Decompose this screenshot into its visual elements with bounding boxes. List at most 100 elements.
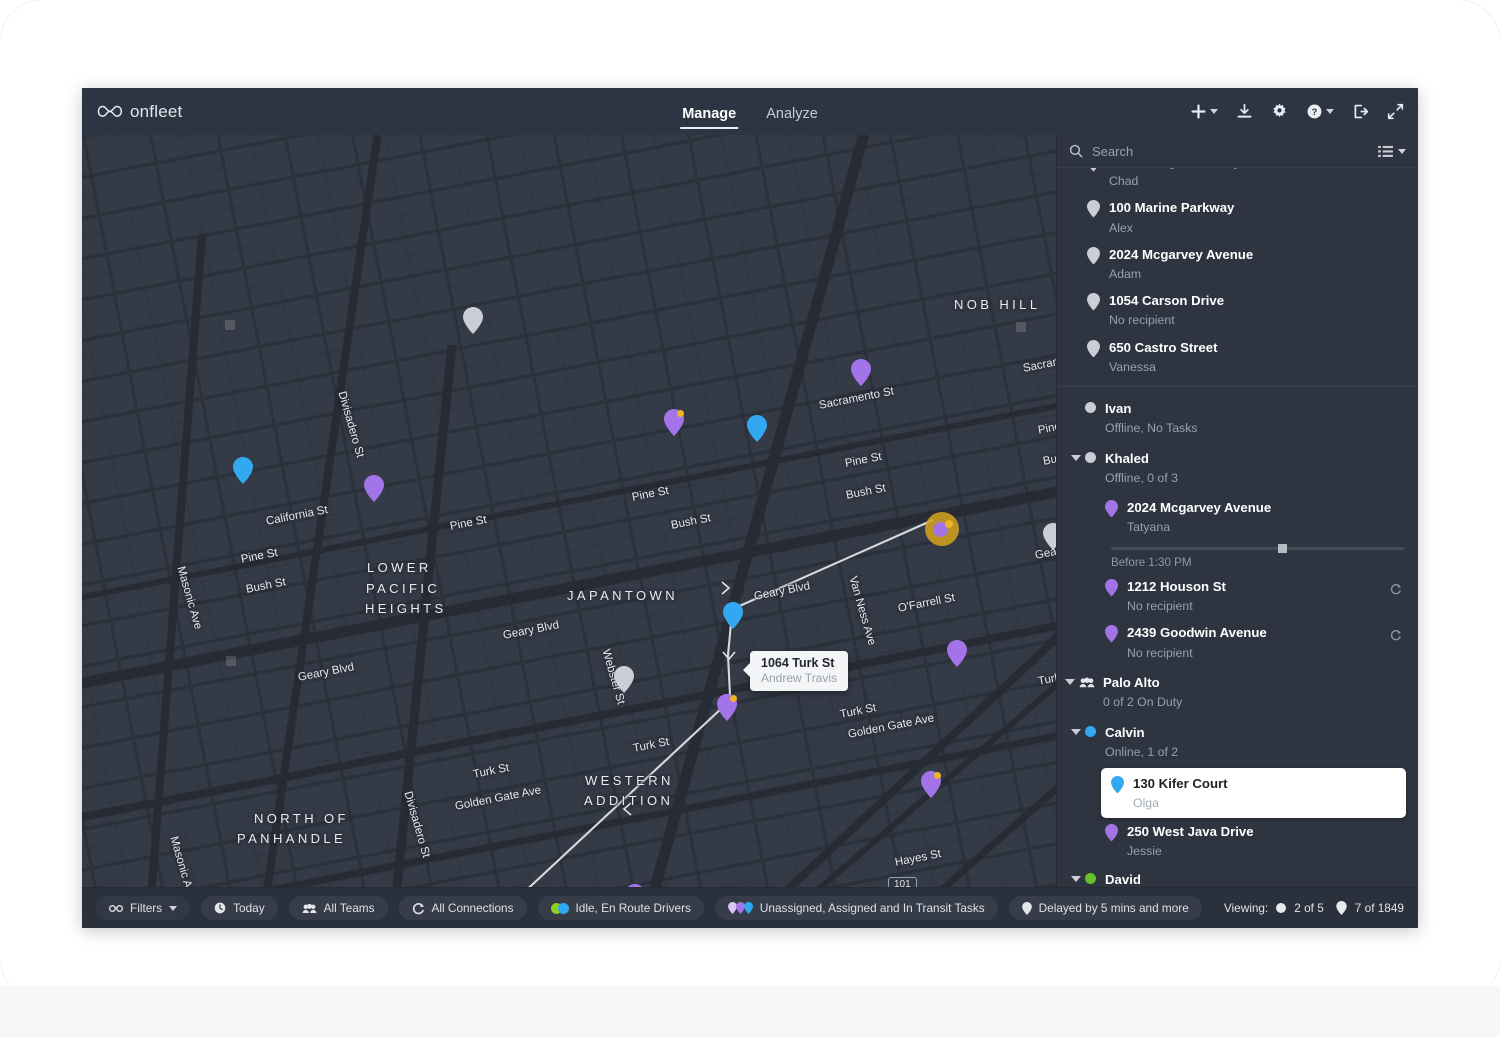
import-icon	[1236, 103, 1253, 120]
map-streets	[82, 135, 1056, 887]
unassigned-task-item[interactable]: 100 Marine ParkwayAlex	[1087, 194, 1418, 240]
delayed-pin-icon	[1022, 902, 1032, 915]
search-icon	[1069, 144, 1083, 158]
right-side-panel: 3800 Bridge ParkwayChad100 Marine Parkwa…	[1056, 135, 1418, 887]
task-pin-icon	[1105, 579, 1118, 602]
import-button[interactable]	[1236, 103, 1253, 120]
task-time-window: Before 1:30 PM	[1111, 556, 1418, 569]
task-pin-icon	[1105, 625, 1118, 648]
worker-status: Offline, 0 of 3	[1105, 471, 1178, 485]
task-recipient: Tatyana	[1127, 520, 1170, 534]
task-pin-icon	[1087, 247, 1100, 270]
filters-icon	[109, 903, 123, 914]
map-driver-selected[interactable]	[925, 512, 959, 546]
task-pin-icon	[1336, 901, 1347, 915]
svg-text:?: ?	[1312, 107, 1318, 117]
task-pin-icon	[1087, 340, 1100, 363]
time-slider-knob[interactable]	[1278, 544, 1287, 553]
expand-chevron-icon[interactable]	[1071, 729, 1081, 735]
expand-chevron-icon[interactable]	[1065, 679, 1075, 685]
viewing-tasks-count: 7 of 1849	[1355, 901, 1404, 915]
clock-icon	[214, 902, 226, 914]
unassigned-task-item[interactable]: 650 Castro StreetVanessa	[1087, 334, 1418, 380]
task-recipient: No recipient	[1109, 313, 1175, 327]
bottom-filter-bar: Filters Today All Teams	[82, 887, 1418, 928]
tasks-filter-label: Unassigned, Assigned and In Transit Task…	[760, 901, 985, 915]
task-list-item[interactable]: 2024 Mcgarvey Avenue Tatyana	[1105, 494, 1418, 540]
driver-dot-icon	[1276, 903, 1286, 913]
worker-status-dot	[1085, 726, 1096, 737]
worker-item[interactable]: DavidOnline, 0 of 1	[1085, 864, 1418, 887]
teams-filter-chip[interactable]: All Teams	[289, 896, 388, 920]
date-filter-chip[interactable]: Today	[201, 896, 277, 920]
task-time-slider[interactable]	[1111, 547, 1404, 550]
task-list-item[interactable]: 250 West Java DriveJessie	[1105, 818, 1418, 864]
expand-chevron-icon[interactable]	[1071, 455, 1081, 461]
unassigned-task-item[interactable]: 2024 Mcgarvey AvenueAdam	[1087, 241, 1418, 287]
team-item[interactable]: Palo Alto0 of 2 On Duty	[1079, 666, 1418, 717]
worker-status: Online, 1 of 2	[1105, 745, 1178, 759]
logout-button[interactable]	[1352, 103, 1369, 120]
tooltip-subtitle: Andrew Travis	[761, 671, 837, 685]
delayed-filter-chip[interactable]: Delayed by 5 mins and more	[1009, 896, 1202, 920]
viewing-drivers-count: 2 of 5	[1294, 901, 1324, 915]
task-address: 1054 Carson Drive	[1109, 293, 1224, 308]
connections-filter-chip[interactable]: All Connections	[399, 896, 527, 920]
worker-name: Ivan	[1105, 401, 1131, 416]
panel-list-scroller[interactable]: 3800 Bridge ParkwayChad100 Marine Parkwa…	[1057, 168, 1418, 887]
tab-manage[interactable]: Manage	[680, 106, 738, 135]
map-tooltip[interactable]: 1064 Turk St Andrew Travis	[750, 651, 848, 691]
task-address: 2024 Mcgarvey Avenue	[1127, 500, 1271, 515]
worker-status: Offline, No Tasks	[1105, 421, 1198, 435]
onfleet-logo[interactable]: onfleet	[96, 102, 182, 122]
highway-shield: 101	[888, 877, 917, 887]
teams-filter-label: All Teams	[324, 901, 375, 915]
tab-analyze[interactable]: Analyze	[764, 106, 820, 135]
task-address: 650 Castro Street	[1109, 340, 1217, 355]
worker-item[interactable]: CalvinOnline, 1 of 2	[1085, 717, 1418, 767]
expand-chevron-icon[interactable]	[1071, 876, 1081, 882]
task-list-item[interactable]: 1212 Houson StNo recipient	[1105, 573, 1418, 619]
task-address: 130 Kifer Court	[1133, 776, 1228, 791]
unassigned-task-item[interactable]: 1054 Carson Drive No recipient	[1087, 287, 1418, 333]
search-input[interactable]	[1092, 144, 1369, 159]
worker-name: David	[1105, 872, 1141, 887]
task-pins-icon	[728, 902, 753, 914]
top-navigation-bar: onfleet Manage Analyze	[82, 88, 1418, 135]
task-recipient: Alex	[1109, 221, 1133, 235]
add-button[interactable]	[1190, 103, 1218, 120]
connections-icon	[412, 902, 425, 915]
tooltip-title: 1064 Turk St	[761, 656, 837, 671]
logout-icon	[1352, 103, 1369, 120]
filters-button[interactable]: Filters	[96, 896, 190, 920]
viewing-summary: Viewing: 2 of 5 7 of 1849	[1224, 901, 1404, 915]
worker-name: Khaled	[1105, 451, 1149, 466]
device-frame-bottom	[0, 986, 1500, 1037]
drivers-filter-chip[interactable]: Idle, En Route Drivers	[538, 896, 704, 920]
repeat-icon	[1390, 629, 1402, 641]
fullscreen-icon	[1387, 103, 1404, 120]
main-nav-tabs: Manage Analyze	[680, 88, 820, 135]
connections-filter-label: All Connections	[432, 901, 514, 915]
help-button[interactable]: ?	[1306, 103, 1334, 120]
team-status: 0 of 2 On Duty	[1103, 695, 1182, 709]
map-canvas[interactable]: NOB HILL LOWER PACIFIC HEIGHTS JAPANTOWN…	[82, 135, 1056, 887]
task-pin-icon	[1087, 293, 1100, 316]
search-bar	[1057, 135, 1418, 168]
unassigned-task-item[interactable]: 3800 Bridge ParkwayChad	[1087, 168, 1418, 194]
brand-name: onfleet	[130, 102, 182, 122]
settings-button[interactable]	[1271, 103, 1288, 120]
task-list-item[interactable]: 2439 Goodwin AvenueNo recipient	[1105, 619, 1418, 665]
worker-item[interactable]: Ivan Offline, No Tasks	[1085, 393, 1418, 443]
task-pin-icon	[1105, 824, 1118, 847]
list-view-toggle[interactable]	[1378, 145, 1406, 158]
fullscreen-button[interactable]	[1387, 103, 1404, 120]
worker-item[interactable]: Khaled Offline, 0 of 3	[1085, 443, 1418, 493]
task-recipient: Adam	[1109, 267, 1141, 281]
driver-dots-icon	[551, 903, 569, 914]
chevron-down-icon	[169, 906, 177, 911]
task-pin-icon	[1087, 168, 1100, 177]
help-icon: ?	[1306, 103, 1323, 120]
task-list-item[interactable]: 130 Kifer CourtOlga	[1101, 768, 1406, 818]
tasks-filter-chip[interactable]: Unassigned, Assigned and In Transit Task…	[715, 896, 998, 920]
